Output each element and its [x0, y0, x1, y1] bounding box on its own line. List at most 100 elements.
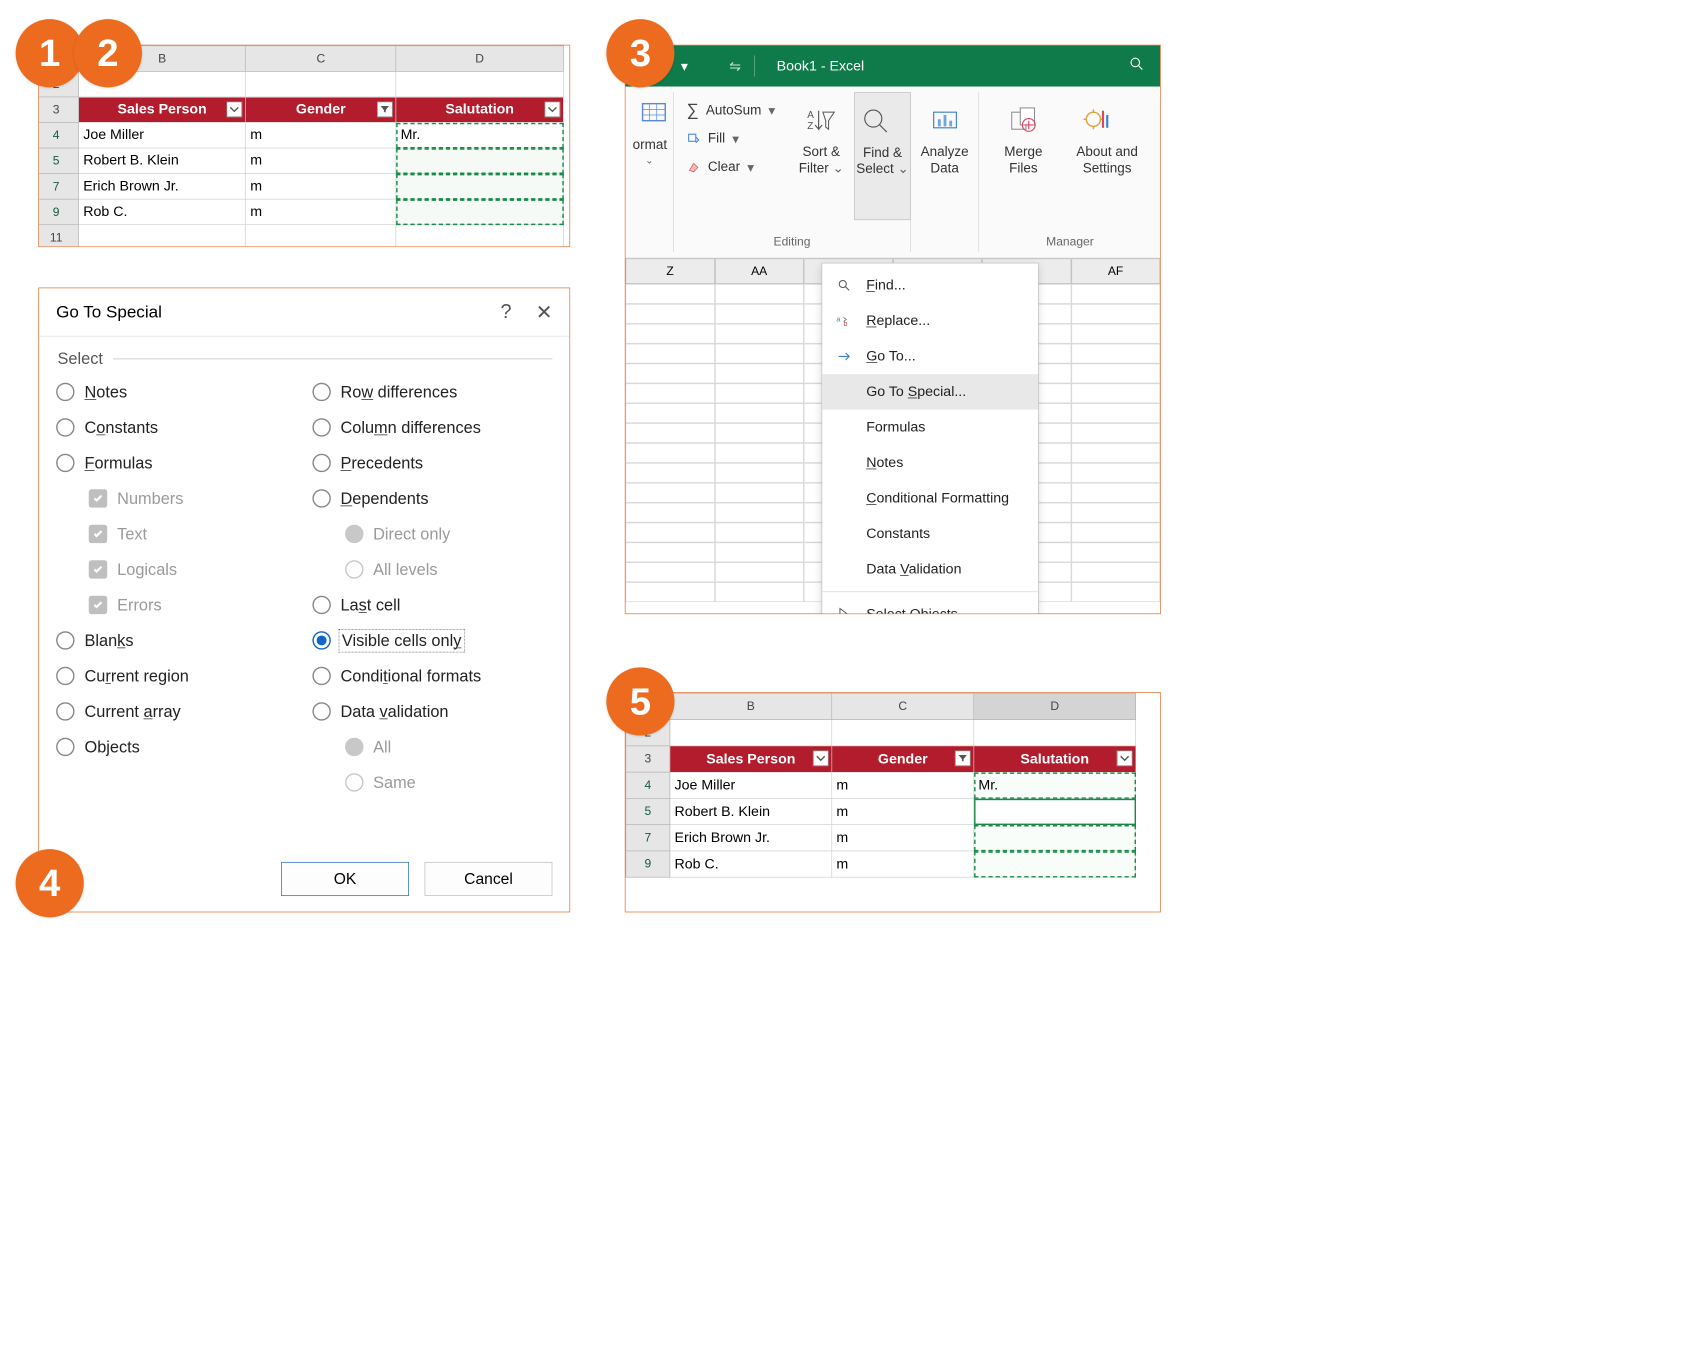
radio-constants[interactable]: Constants: [56, 410, 296, 446]
table-cell[interactable]: Robert B. Klein: [79, 148, 246, 174]
radio-objects[interactable]: Objects: [56, 729, 296, 765]
grid-cell[interactable]: [626, 423, 715, 443]
menu-item-go-to-special[interactable]: Go To Special...: [822, 374, 1038, 410]
radio-column-differences[interactable]: Column differences: [312, 410, 552, 446]
col-header-b[interactable]: B: [670, 693, 832, 719]
filter-icon[interactable]: [813, 750, 829, 766]
grid-cell[interactable]: [715, 542, 804, 562]
col-header[interactable]: AA: [715, 258, 804, 284]
cancel-button[interactable]: Cancel: [425, 862, 553, 896]
radio-blanks[interactable]: Blanks: [56, 623, 296, 659]
grid-cell[interactable]: [626, 503, 715, 523]
radio-notes[interactable]: Notes: [56, 374, 296, 410]
format-icon[interactable]: [633, 92, 676, 135]
table-cell-selected[interactable]: [974, 851, 1136, 877]
radio-formulas[interactable]: Formulas: [56, 445, 296, 481]
table-cell[interactable]: m: [832, 851, 974, 877]
grid-cell[interactable]: [1071, 284, 1160, 304]
about-settings-icon[interactable]: [1076, 99, 1119, 142]
grid-cell[interactable]: [626, 344, 715, 364]
table-cell[interactable]: m: [246, 174, 396, 200]
col-header-c[interactable]: C: [832, 693, 974, 719]
search-icon[interactable]: [1129, 56, 1145, 76]
grid-cell[interactable]: [715, 344, 804, 364]
close-icon[interactable]: ✕: [536, 300, 553, 323]
grid-cell[interactable]: [1071, 344, 1160, 364]
menu-item-go-to[interactable]: Go To...: [822, 339, 1038, 375]
table-cell[interactable]: Joe Miller: [79, 122, 246, 148]
table-cell-selected[interactable]: [396, 174, 563, 200]
find-select-button[interactable]: Find &Select ⌄: [854, 92, 911, 220]
menu-item-notes[interactable]: Notes: [822, 445, 1038, 481]
grid-cell[interactable]: [715, 364, 804, 384]
grid-cell[interactable]: [626, 483, 715, 503]
menu-item-constants[interactable]: Constants: [822, 516, 1038, 552]
grid-cell[interactable]: [1071, 503, 1160, 523]
grid-cell[interactable]: [626, 582, 715, 602]
menu-item-conditional-formatting[interactable]: Conditional Formatting: [822, 481, 1038, 517]
grid-cell[interactable]: [1071, 304, 1160, 324]
table-cell-selected[interactable]: [396, 148, 563, 174]
table-cell-selected[interactable]: Mr.: [974, 772, 1136, 798]
row-header[interactable]: 3: [626, 746, 670, 772]
ok-button[interactable]: OK: [281, 862, 409, 896]
grid-cell[interactable]: [626, 383, 715, 403]
row-header[interactable]: 4: [38, 122, 78, 148]
grid-cell[interactable]: [715, 523, 804, 543]
grid-cell[interactable]: [626, 324, 715, 344]
grid-cell[interactable]: [1071, 403, 1160, 423]
table-cell[interactable]: Rob C.: [670, 851, 832, 877]
radio-current-array[interactable]: Current array: [56, 694, 296, 730]
radio-visible-cells-only[interactable]: Visible cells only: [312, 623, 552, 659]
table-cell[interactable]: Robert B. Klein: [670, 798, 832, 824]
radio-row-differences[interactable]: Row differences: [312, 374, 552, 410]
radio-data-validation[interactable]: Data validation: [312, 694, 552, 730]
menu-item-find[interactable]: Find...: [822, 268, 1038, 304]
row-header[interactable]: 3: [38, 97, 78, 123]
table-cell-selected[interactable]: [974, 825, 1136, 851]
row-header[interactable]: 7: [626, 825, 670, 851]
grid-cell[interactable]: [626, 542, 715, 562]
radio-precedents[interactable]: Precedents: [312, 445, 552, 481]
filter-active-icon[interactable]: [955, 750, 971, 766]
table-cell[interactable]: m: [832, 772, 974, 798]
row-header[interactable]: 5: [626, 798, 670, 824]
table-cell[interactable]: m: [832, 798, 974, 824]
grid-cell[interactable]: [1071, 582, 1160, 602]
col-header-d[interactable]: D: [396, 46, 563, 72]
grid-cell[interactable]: [715, 503, 804, 523]
grid-cell[interactable]: [715, 383, 804, 403]
col-header[interactable]: Z: [626, 258, 715, 284]
sort-filter-icon[interactable]: AZ: [799, 99, 842, 142]
analyze-icon[interactable]: [923, 99, 966, 142]
filter-active-icon[interactable]: [377, 102, 393, 118]
help-icon[interactable]: ?: [501, 300, 512, 323]
grid-cell[interactable]: [1071, 324, 1160, 344]
grid-cell[interactable]: [1071, 443, 1160, 463]
table-cell[interactable]: Erich Brown Jr.: [79, 174, 246, 200]
grid-cell[interactable]: [1071, 463, 1160, 483]
row-header[interactable]: 7: [38, 174, 78, 200]
grid-cell[interactable]: [1071, 542, 1160, 562]
table-cell[interactable]: Erich Brown Jr.: [670, 825, 832, 851]
row-header[interactable]: 4: [626, 772, 670, 798]
grid-cell[interactable]: [715, 403, 804, 423]
row-header[interactable]: 5: [38, 148, 78, 174]
radio-dependents[interactable]: Dependents: [312, 481, 552, 517]
row-header[interactable]: 9: [38, 199, 78, 225]
menu-item-select-objects[interactable]: Select Objects: [822, 596, 1038, 614]
grid-cell[interactable]: [1071, 383, 1160, 403]
row-header[interactable]: 11: [38, 225, 78, 247]
table-cell-active[interactable]: [974, 798, 1136, 824]
radio-last-cell[interactable]: Last cell: [312, 587, 552, 623]
grid-cell[interactable]: [715, 324, 804, 344]
grid-cell[interactable]: [626, 364, 715, 384]
grid-cell[interactable]: [715, 562, 804, 582]
table-cell-selected[interactable]: [396, 199, 563, 225]
table-cell[interactable]: m: [246, 199, 396, 225]
filter-icon[interactable]: [227, 102, 243, 118]
col-header[interactable]: AF: [1071, 258, 1160, 284]
grid-cell[interactable]: [715, 443, 804, 463]
grid-cell[interactable]: [626, 284, 715, 304]
grid-cell[interactable]: [715, 463, 804, 483]
